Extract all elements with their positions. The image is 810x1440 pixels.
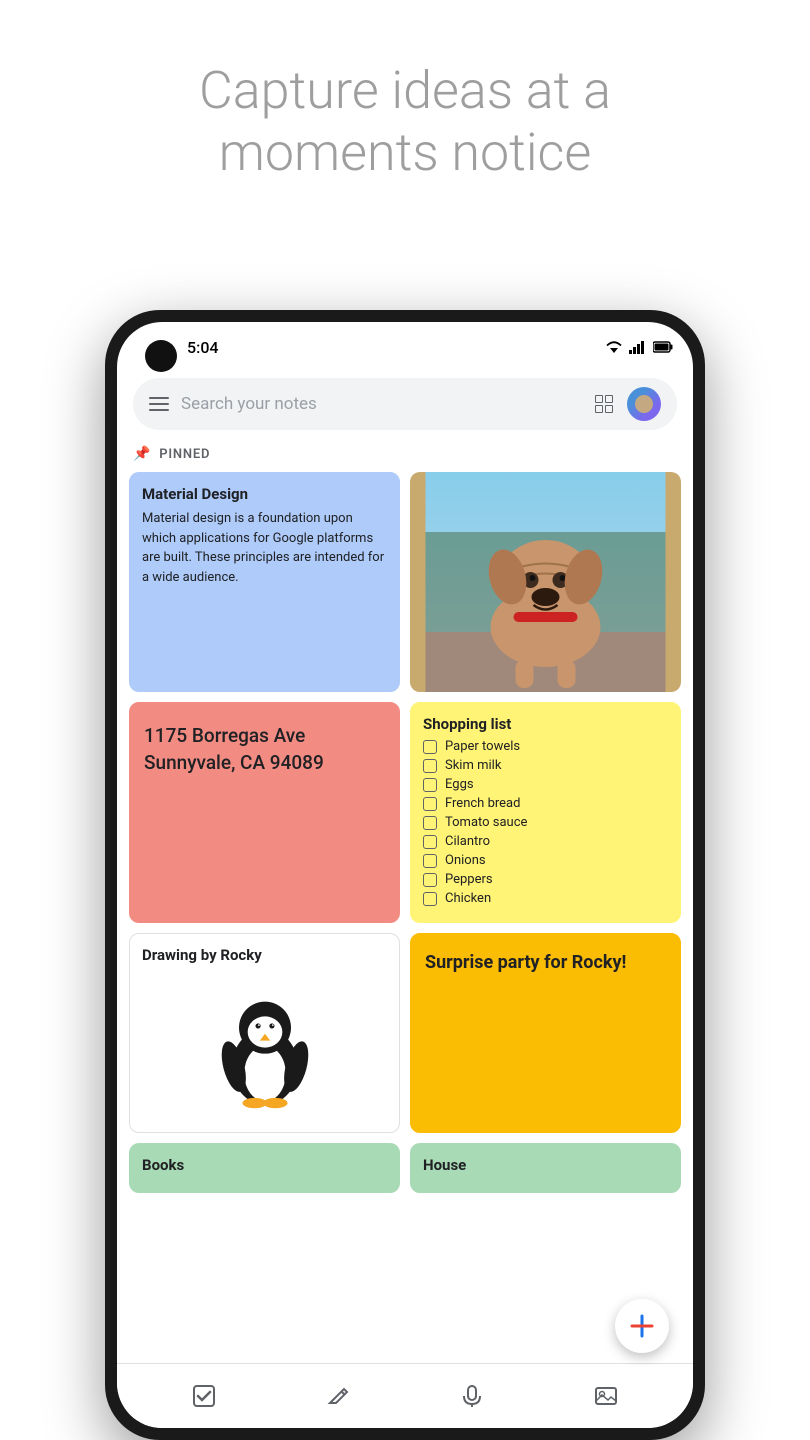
- note-body: Material design is a foundation upon whi…: [142, 509, 387, 587]
- note-title: Shopping list: [423, 715, 668, 733]
- list-item: Skim milk: [423, 758, 668, 773]
- toolbar-microphone[interactable]: [459, 1383, 485, 1409]
- dog-illustration: [410, 472, 681, 692]
- list-item: Cilantro: [423, 834, 668, 849]
- list-item: Chicken: [423, 891, 668, 906]
- view-toggle-icon[interactable]: [595, 395, 613, 413]
- note-books[interactable]: Books: [129, 1143, 400, 1193]
- notes-grid: Material Design Material design is a fou…: [117, 472, 693, 1193]
- plus-icon: [628, 1312, 656, 1340]
- battery-icon: [653, 341, 673, 353]
- bottom-toolbar: [117, 1363, 693, 1428]
- list-item: Peppers: [423, 872, 668, 887]
- search-bar[interactable]: Search your notes: [133, 378, 677, 430]
- hamburger-icon[interactable]: [149, 397, 169, 411]
- pinned-section-label: 📌 PINNED: [117, 442, 693, 472]
- list-item: Paper towels: [423, 739, 668, 754]
- toolbar-pencil[interactable]: [325, 1383, 351, 1409]
- penguin-drawing: [142, 970, 387, 1120]
- status-bar: 5:04: [117, 322, 693, 370]
- list-item: Onions: [423, 853, 668, 868]
- note-title: Drawing by Rocky: [142, 946, 387, 964]
- note-shopping-list[interactable]: Shopping list Paper towels Skim milk Egg…: [410, 702, 681, 923]
- camera-hole: [145, 340, 177, 372]
- note-title: Books: [142, 1156, 387, 1174]
- page-background: Capture ideas at a moments notice 5:04: [0, 0, 810, 215]
- note-title: Surprise party for Rocky!: [425, 952, 666, 973]
- list-item: Tomato sauce: [423, 815, 668, 830]
- toolbar-image[interactable]: [593, 1383, 619, 1409]
- list-item: Eggs: [423, 777, 668, 792]
- note-title: House: [423, 1156, 668, 1174]
- note-material-design[interactable]: Material Design Material design is a fou…: [129, 472, 400, 692]
- note-dog-photo[interactable]: [410, 472, 681, 692]
- note-address[interactable]: 1175 Borregas Ave Sunnyvale, CA 94089: [129, 702, 400, 923]
- pin-icon: 📌: [133, 446, 151, 462]
- note-drawing-rocky[interactable]: Drawing by Rocky: [129, 933, 400, 1133]
- checklist: Paper towels Skim milk Eggs French bread…: [423, 739, 668, 906]
- avatar[interactable]: [627, 387, 661, 421]
- address-text: 1175 Borregas Ave Sunnyvale, CA 94089: [144, 723, 385, 776]
- wifi-icon: [605, 340, 623, 354]
- toolbar-checkbox[interactable]: [191, 1383, 217, 1409]
- status-time: 5:04: [187, 338, 219, 357]
- phone-screen: 5:04: [117, 322, 693, 1428]
- fab-button[interactable]: [615, 1299, 669, 1353]
- page-header: Capture ideas at a moments notice: [0, 0, 810, 215]
- note-house[interactable]: House: [410, 1143, 681, 1193]
- list-item: French bread: [423, 796, 668, 811]
- phone-frame: 5:04: [105, 310, 705, 1440]
- note-surprise-party[interactable]: Surprise party for Rocky!: [410, 933, 681, 1133]
- note-title: Material Design: [142, 485, 387, 503]
- search-placeholder: Search your notes: [181, 394, 595, 414]
- signal-icon: [629, 340, 647, 354]
- status-icons: [605, 340, 673, 354]
